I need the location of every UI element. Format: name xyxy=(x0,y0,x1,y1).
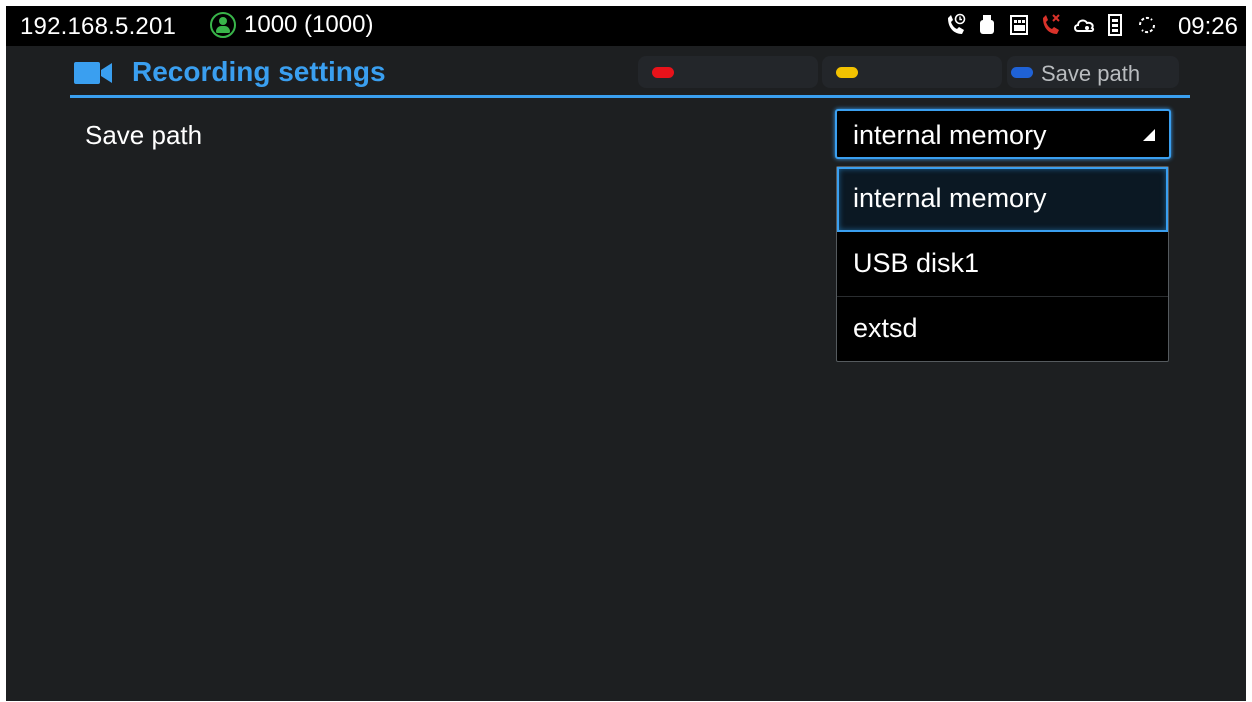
option-extsd[interactable]: extsd xyxy=(837,297,1168,362)
yellow-key-icon xyxy=(836,67,858,78)
sd-card-icon xyxy=(1008,12,1030,38)
save-path-label: Save path xyxy=(85,120,203,150)
missed-call-icon xyxy=(1040,12,1062,38)
account-status: 1000 (1000) xyxy=(210,11,373,39)
option-internal-memory[interactable]: internal memory xyxy=(837,167,1168,232)
option-label: extsd xyxy=(853,313,918,343)
clock: 09:26 xyxy=(1177,13,1238,40)
dropdown-arrow-icon xyxy=(1143,129,1155,141)
save-path-select[interactable]: internal memory xyxy=(835,109,1171,159)
cloud-icon xyxy=(1072,12,1095,38)
account-label: 1000 (1000) xyxy=(244,11,374,38)
call-forward-icon xyxy=(944,12,966,38)
page-header: Recording settings Save path xyxy=(70,54,1190,96)
softkey-yellow[interactable] xyxy=(822,56,1002,88)
save-path-dropdown: internal memory USB disk1 extsd xyxy=(836,166,1169,362)
video-camera-icon xyxy=(74,58,114,93)
status-icons xyxy=(944,12,1158,38)
option-label: internal memory xyxy=(853,183,1047,213)
blue-key-icon xyxy=(1011,67,1033,78)
red-key-icon xyxy=(652,67,674,78)
header-divider xyxy=(70,95,1190,98)
softkey-red[interactable] xyxy=(638,56,818,88)
softkey-save-path[interactable]: Save path xyxy=(1007,56,1179,88)
option-usb-disk1[interactable]: USB disk1 xyxy=(837,232,1168,297)
page-title: Recording settings xyxy=(132,56,386,87)
option-label: USB disk1 xyxy=(853,248,980,278)
status-bar: 192.168.5.201 1000 (1000) 09:26 xyxy=(6,6,1246,46)
memory-icon xyxy=(1104,12,1126,38)
screen: 192.168.5.201 1000 (1000) 09:26 Recordin… xyxy=(6,6,1246,701)
save-path-value: internal memory xyxy=(853,120,1047,150)
sync-icon xyxy=(1136,12,1158,38)
softkey-blue-label: Save path xyxy=(1041,61,1141,86)
usb-icon xyxy=(976,12,998,38)
account-registered-icon xyxy=(210,12,236,38)
ip-address: 192.168.5.201 xyxy=(20,13,177,40)
